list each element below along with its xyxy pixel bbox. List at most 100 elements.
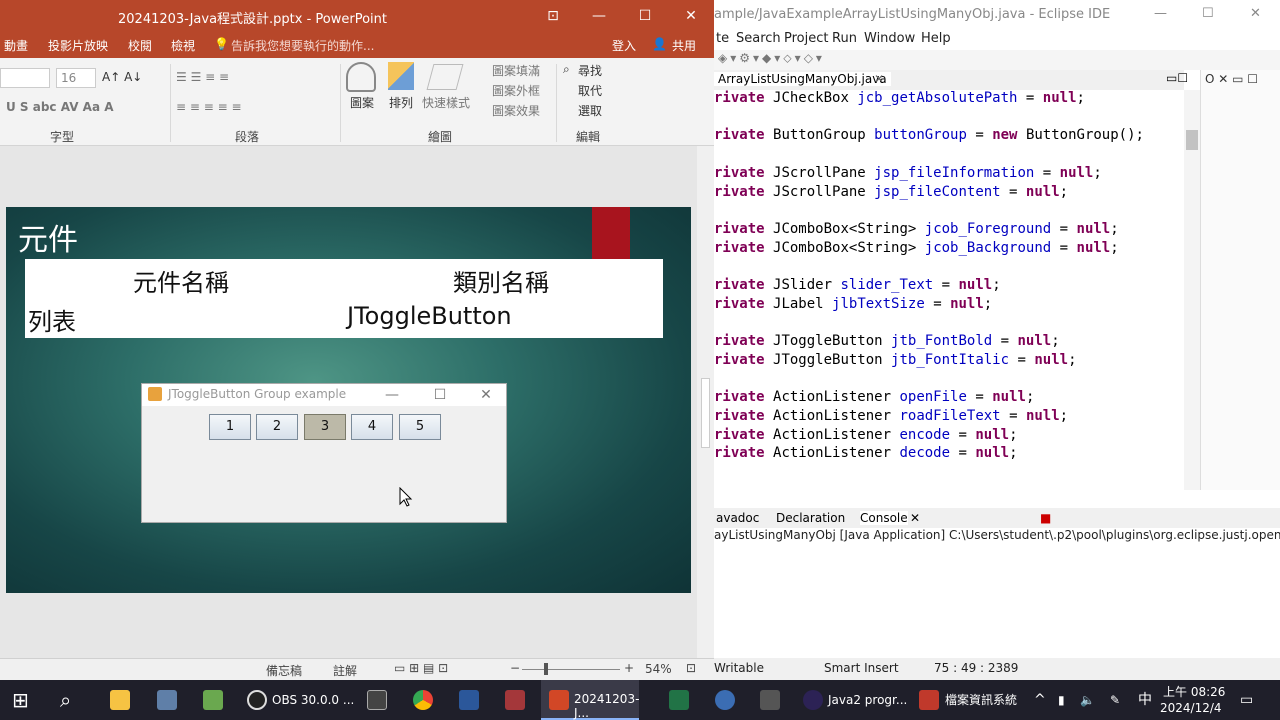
code-line[interactable]: rivate ActionListener encode = null;: [714, 427, 1018, 443]
java-close-button[interactable]: ✕: [464, 384, 508, 406]
scrollbar-thumb[interactable]: [701, 378, 710, 448]
shape-outline-button[interactable]: 圖案外框: [492, 82, 540, 99]
toggle-button-4[interactable]: 4: [351, 414, 393, 440]
java-maximize-button[interactable]: ☐: [418, 384, 462, 406]
access-icon[interactable]: [505, 690, 525, 710]
tell-me-input[interactable]: 告訴我您想要執行的動作...: [231, 37, 374, 54]
ribbon-display-icon[interactable]: ⊡: [530, 0, 576, 32]
excel-icon[interactable]: [669, 690, 689, 710]
code-line[interactable]: rivate JScrollPane jsp_fileInformation =…: [714, 165, 1102, 181]
replace-button[interactable]: 取代: [578, 82, 602, 99]
editor-tab[interactable]: ArrayListUsingManyObj.java: [714, 72, 891, 86]
quick-styles-icon[interactable]: [426, 64, 464, 90]
code-line[interactable]: rivate JLabel jlbTextSize = null;: [714, 296, 992, 312]
clock-date[interactable]: 2024/12/4: [1160, 701, 1222, 719]
shapes-button[interactable]: 圖案: [350, 94, 374, 111]
taskbar-eclipse[interactable]: Java2 progr...: [828, 680, 907, 720]
eclipse-toolbar[interactable]: ◈▾⚙▾◆▾⬦▾◇▾: [714, 50, 1280, 70]
code-line[interactable]: rivate ButtonGroup buttonGroup = new But…: [714, 127, 1144, 143]
eclipse-icon[interactable]: [803, 690, 823, 710]
tab-javadoc[interactable]: avadoc: [716, 511, 759, 525]
obs-icon[interactable]: [247, 690, 267, 710]
menu-file-partial[interactable]: te: [716, 31, 729, 46]
code-line[interactable]: rivate JSlider slider_Text = null;: [714, 277, 1001, 293]
notepad-icon[interactable]: [203, 690, 223, 710]
tab-review[interactable]: 校閱: [128, 37, 152, 54]
tab-animations[interactable]: 動畫: [4, 37, 28, 54]
close-button[interactable]: ✕: [668, 0, 714, 32]
shape-fill-button[interactable]: 圖案填滿: [492, 62, 540, 79]
file-info-icon[interactable]: [919, 690, 939, 710]
menu-project[interactable]: Project: [784, 31, 828, 46]
menu-help[interactable]: Help: [921, 31, 951, 46]
code-line[interactable]: rivate ActionListener roadFileText = nul…: [714, 408, 1068, 424]
arrange-button[interactable]: 排列: [389, 94, 413, 111]
slide[interactable]: 元件 元件名稱 類別名稱 列表 JToggleButton JToggleBut…: [6, 207, 691, 593]
browser-icon[interactable]: [715, 690, 735, 710]
terminate-icon[interactable]: ■: [1040, 511, 1051, 525]
editor-scroll-thumb[interactable]: [1186, 130, 1198, 150]
taskbar-file-info[interactable]: 檔案資訊系統: [945, 680, 1017, 720]
code-line[interactable]: rivate JComboBox<String> jcob_Foreground…: [714, 221, 1119, 237]
font-size-box[interactable]: 16: [56, 68, 96, 88]
view-icons[interactable]: ▭ ⊞ ▤ ⊡: [394, 661, 448, 675]
taskbar-obs[interactable]: OBS 30.0.0 ...: [272, 680, 354, 720]
shapes-icon[interactable]: [346, 62, 376, 92]
minimize-button[interactable]: —: [576, 0, 622, 32]
toggle-button-5[interactable]: 5: [399, 414, 441, 440]
code-line[interactable]: rivate JToggleButton jtb_FontItalic = nu…: [714, 352, 1077, 368]
usb-icon[interactable]: ▮: [1058, 680, 1065, 720]
calculator-icon[interactable]: [367, 690, 387, 710]
arrange-icon[interactable]: [388, 62, 414, 90]
menu-window[interactable]: Window: [864, 31, 915, 46]
find-button[interactable]: 尋找: [578, 62, 602, 79]
code-line[interactable]: rivate JComboBox<String> jcob_Background…: [714, 240, 1119, 256]
slide-table[interactable]: 元件名稱 類別名稱 列表 JToggleButton: [25, 259, 663, 338]
editor-scrollbar[interactable]: [1184, 90, 1200, 490]
toolbar-icons[interactable]: ◈▾⚙▾◆▾⬦▾◇▾: [718, 51, 825, 66]
font-name-box[interactable]: [0, 68, 50, 88]
ime-indicator[interactable]: 中: [1138, 680, 1152, 720]
menu-run[interactable]: Run: [832, 31, 857, 46]
tray-chevron-icon[interactable]: ^: [1034, 680, 1046, 720]
code-line[interactable]: rivate ActionListener decode = null;: [714, 445, 1018, 461]
select-button[interactable]: 選取: [578, 102, 602, 119]
signin-link[interactable]: 登入: [612, 37, 636, 54]
zoom-out-button[interactable]: −: [510, 661, 520, 675]
tab-close-icon[interactable]: ✕: [874, 72, 884, 86]
shape-effects-button[interactable]: 圖案效果: [492, 102, 540, 119]
volume-icon[interactable]: 🔈: [1080, 680, 1095, 720]
clock-time[interactable]: 上午 08:26: [1163, 683, 1225, 701]
notes-button[interactable]: 備忘稿: [266, 662, 302, 679]
view-controls-icon[interactable]: ▭☐: [1166, 71, 1188, 85]
java-minimize-button[interactable]: —: [370, 384, 414, 406]
quick-styles-button[interactable]: 快速樣式: [422, 94, 470, 111]
code-line[interactable]: rivate JToggleButton jtb_FontBold = null…: [714, 333, 1060, 349]
tab-declaration[interactable]: Declaration: [776, 511, 845, 525]
comments-button[interactable]: 註解: [333, 662, 357, 679]
list-icons[interactable]: ☰ ☰ ≡ ≡: [176, 70, 229, 84]
notification-icon[interactable]: ▭: [1240, 680, 1253, 720]
maximize-button[interactable]: ☐: [622, 0, 668, 32]
toggle-button-2[interactable]: 2: [256, 414, 298, 440]
share-button[interactable]: 共用: [672, 37, 696, 54]
zoom-slider[interactable]: [522, 669, 620, 670]
tab-console[interactable]: Console: [860, 511, 908, 525]
snipping-tool-icon[interactable]: [157, 690, 177, 710]
zoom-level[interactable]: 54%: [645, 662, 672, 676]
tab-view[interactable]: 檢視: [171, 37, 195, 54]
pen-icon[interactable]: ✎: [1110, 680, 1120, 720]
file-explorer-icon[interactable]: [110, 690, 130, 710]
dev-tool-icon[interactable]: [760, 690, 780, 710]
font-grow-icon[interactable]: A↑ A↓: [102, 70, 142, 84]
toggle-button-3[interactable]: 3: [304, 414, 346, 440]
console-close-icon[interactable]: ✕: [910, 511, 920, 525]
zoom-in-button[interactable]: +: [624, 661, 634, 675]
windows-start-icon[interactable]: ⊞: [12, 680, 40, 720]
tab-slideshow[interactable]: 投影片放映: [48, 37, 108, 54]
eclipse-close-button[interactable]: ✕: [1250, 6, 1261, 21]
zoom-slider-thumb[interactable]: [544, 663, 548, 675]
menu-search[interactable]: Search: [736, 31, 781, 46]
taskbar-powerpoint[interactable]: 20241203-J...: [541, 680, 639, 720]
word-icon[interactable]: [459, 690, 479, 710]
